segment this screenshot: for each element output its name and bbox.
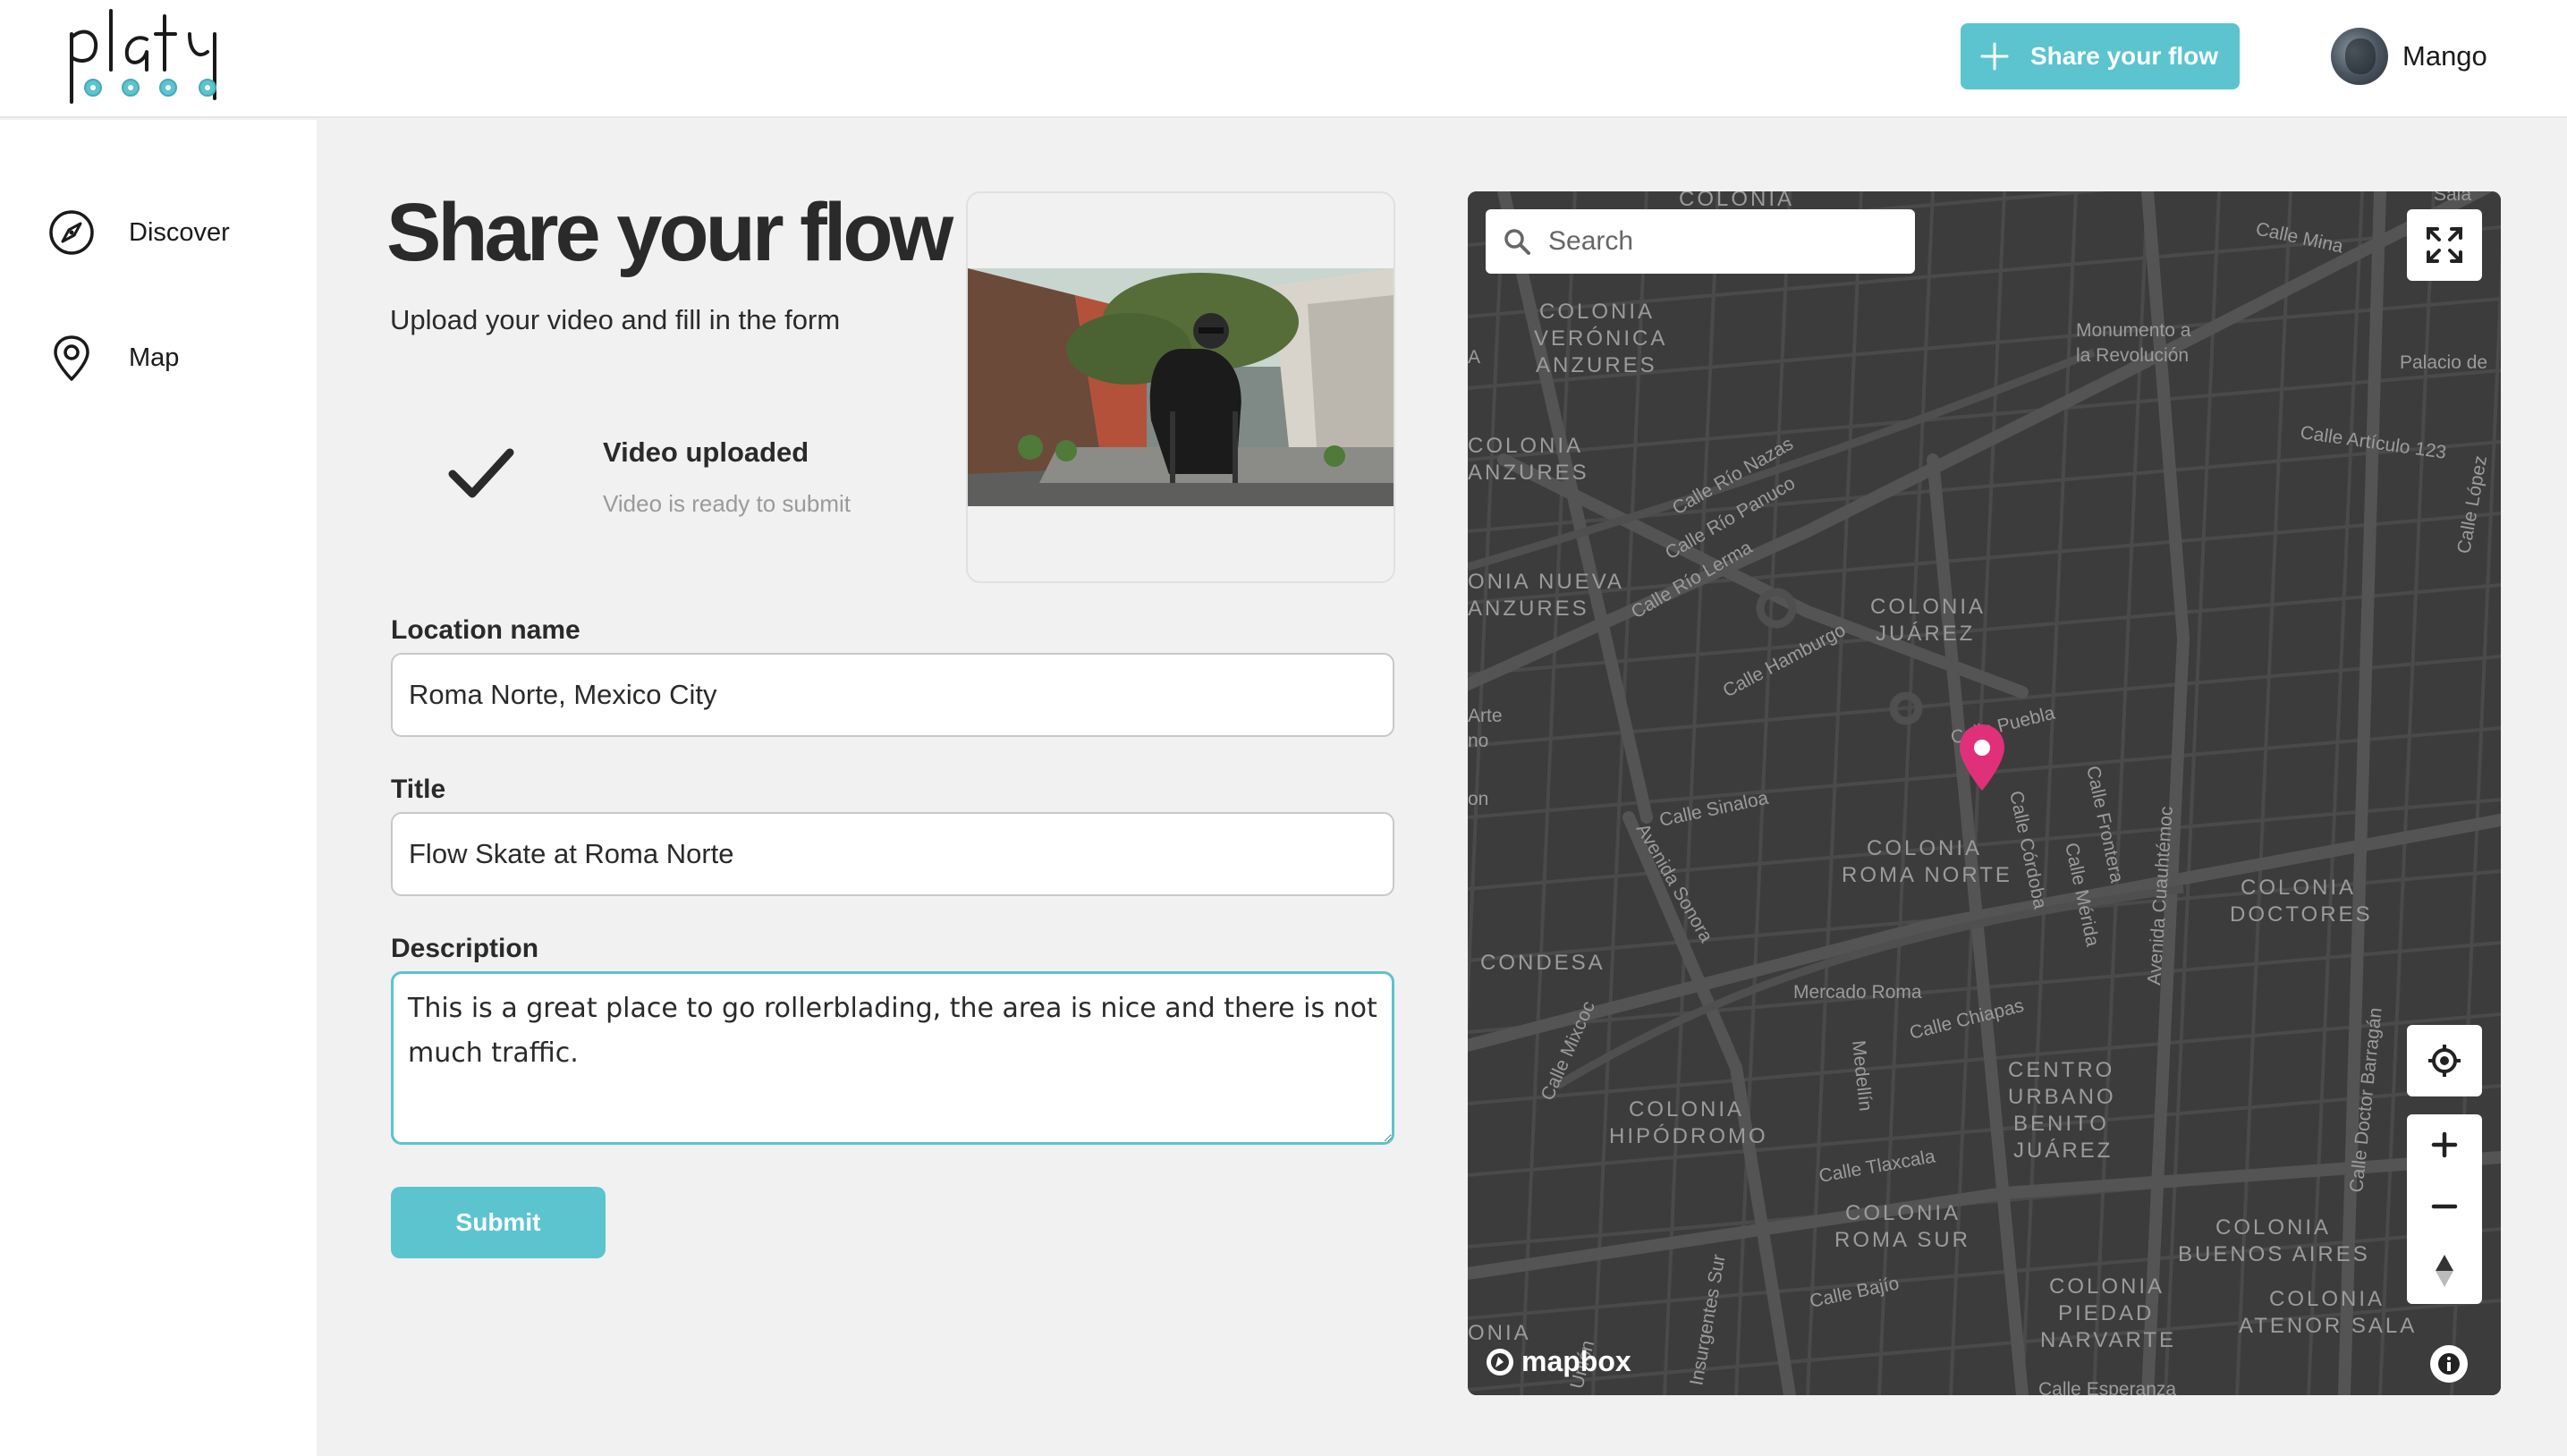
map-label: COLONIA [1867, 836, 1982, 860]
map-label: URBANO [2008, 1085, 2116, 1109]
geolocate-icon [2428, 1045, 2461, 1077]
map-label: VERÓNICA [1534, 326, 1667, 351]
mapbox-logo[interactable]: mapbox [1484, 1345, 1631, 1378]
sidebar-item-discover[interactable]: Discover [47, 204, 230, 261]
map-pin-icon [54, 335, 89, 381]
top-header: platy Share your flow [0, 0, 2567, 118]
map-roads[interactable]: COLONIA COLONIA VERÓNICA ANZURES COLONIA… [1468, 191, 2501, 1395]
checkmark-icon [448, 448, 514, 498]
map-label: JUÁREZ [2013, 1139, 2113, 1163]
sidebar: Discover Map [0, 120, 317, 1456]
map-label: HIPÓDROMO [1609, 1124, 1768, 1148]
description-textarea[interactable]: This is a great place to go rollerbladin… [391, 971, 1394, 1145]
map-label: ATENOR SALA [2239, 1314, 2417, 1338]
compass-icon [49, 210, 94, 255]
user-menu[interactable]: Mango [2331, 27, 2487, 86]
map-label: COLONIA [1629, 1097, 1744, 1122]
map-label: ANZURES [1536, 353, 1657, 377]
sidebar-item-map[interactable]: Map [47, 329, 179, 386]
map-label: BENITO [2013, 1112, 2109, 1136]
map-label: COLONIA [2241, 876, 2356, 900]
map-label: COLONIA [1679, 191, 1794, 211]
map-label: CONDESA [1480, 951, 1605, 975]
page-subtitle: Upload your video and fill in the form [390, 304, 841, 335]
zoom-out-icon[interactable] [2429, 1191, 2460, 1222]
compass-north-icon[interactable] [2429, 1253, 2460, 1289]
map-label: COLONIA [1845, 1201, 1961, 1225]
page-title: Share your flow [386, 187, 953, 278]
map-label: COLONIA [1539, 300, 1655, 324]
map-label: COLONIA [2269, 1287, 2385, 1311]
map-label: ANZURES [1468, 461, 1589, 485]
map-label: CENTRO [2008, 1058, 2114, 1082]
map-label: on [1468, 789, 1488, 809]
map-label: Arte [1468, 706, 1503, 726]
map-label: NARVARTE [2040, 1328, 2176, 1352]
map-label: ROMA SUR [1834, 1228, 1970, 1252]
video-preview-card[interactable] [966, 191, 1395, 583]
map-label: ONIA [1468, 1321, 1531, 1345]
map-label: COLONIA [1870, 595, 1986, 619]
location-label: Location name [391, 615, 580, 645]
geolocate-button[interactable] [2407, 1025, 2482, 1096]
platy-logo[interactable]: platy [64, 7, 243, 107]
user-name: Mango [2402, 40, 2487, 72]
description-label: Description [391, 934, 539, 963]
mapbox-icon [1487, 1348, 1513, 1376]
attribution-info-button[interactable] [2430, 1345, 2468, 1383]
sidebar-item-label: Discover [129, 217, 230, 247]
submit-button[interactable]: Submit [391, 1187, 606, 1258]
map-label: ROMA NORTE [1842, 863, 2012, 887]
map-label: Monumento a [2076, 320, 2191, 341]
map-label: Palacio de [2400, 352, 2487, 373]
zoom-controls [2407, 1114, 2482, 1304]
map-label: COLONIA [2215, 1215, 2331, 1240]
map-label: BUENOS AIRES [2178, 1242, 2370, 1266]
map-label: no [1468, 731, 1488, 751]
map-label: DOCTORES [2230, 902, 2373, 927]
map-search-input[interactable]: Search [1486, 209, 1915, 274]
avatar[interactable] [2331, 28, 2388, 85]
search-placeholder: Search [1548, 226, 1634, 256]
map-label: A [1468, 347, 1480, 368]
title-label: Title [391, 775, 446, 804]
map-label: PIEDAD [2058, 1301, 2154, 1325]
map-label: la Revolución [2076, 345, 2189, 366]
title-input[interactable] [391, 812, 1394, 896]
upload-status-title: Video uploaded [603, 436, 809, 468]
map-label: COLONIA [2049, 1274, 2165, 1299]
video-thumbnail[interactable] [968, 268, 1394, 506]
sidebar-item-label: Map [129, 343, 180, 372]
fullscreen-button[interactable] [2407, 209, 2482, 281]
map-label: Calle Esperanza [2038, 1379, 2176, 1395]
plus-icon [1980, 42, 2009, 71]
info-icon [2438, 1353, 2460, 1375]
map-view[interactable]: COLONIA COLONIA VERÓNICA ANZURES COLONIA… [1468, 191, 2501, 1395]
map-label: ANZURES [1468, 597, 1589, 621]
map-label: ONIA NUEVA [1468, 570, 1624, 594]
mapbox-wordmark: mapbox [1521, 1345, 1631, 1377]
location-input[interactable] [391, 653, 1394, 737]
zoom-in-icon[interactable] [2429, 1130, 2460, 1160]
search-icon [1504, 229, 1530, 255]
share-your-flow-button[interactable]: Share your flow [1961, 23, 2240, 89]
map-label: JUÁREZ [1876, 622, 1975, 646]
map-label: Sala [2434, 191, 2471, 205]
map-label: COLONIA [1468, 434, 1583, 458]
upload-status-subtitle: Video is ready to submit [603, 490, 851, 517]
map-label: Mercado Roma [1793, 982, 1922, 1003]
fullscreen-icon [2427, 227, 2462, 263]
share-button-label: Share your flow [2030, 42, 2219, 70]
